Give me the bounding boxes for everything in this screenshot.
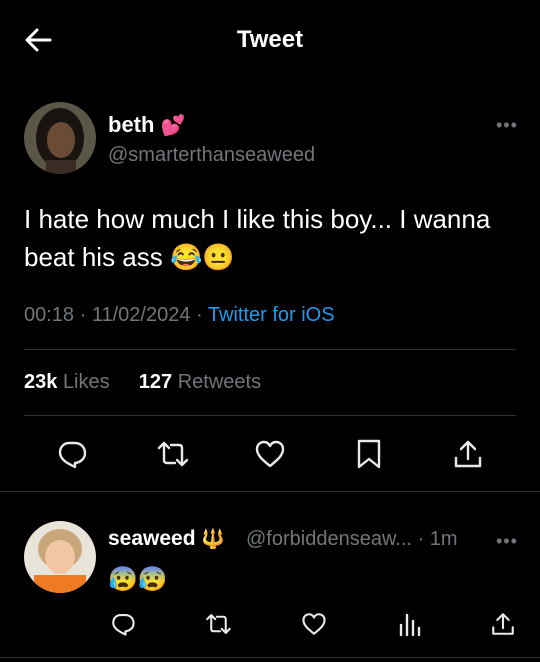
reply-text: 😰😰: [108, 566, 168, 593]
divider: [24, 415, 516, 416]
hearts-emoji: 💕: [160, 115, 186, 137]
reply-author-name[interactable]: seaweed 🔱: [108, 527, 225, 551]
reply-icon: [112, 614, 135, 636]
reply-button[interactable]: [56, 438, 88, 470]
reply-like-button[interactable]: [301, 611, 327, 637]
retweet-button[interactable]: [155, 438, 191, 470]
tweet-date: 11/02/2024: [91, 304, 191, 326]
more-options-button[interactable]: •••: [496, 115, 518, 136]
reply-author-handle[interactable]: @forbiddenseaw...: [246, 528, 412, 550]
heart-icon: [255, 440, 285, 468]
bookmark-button[interactable]: [354, 438, 384, 470]
likes-stat[interactable]: 23k Likes: [24, 371, 110, 393]
reply-views-button[interactable]: [397, 611, 423, 637]
bookmark-icon: [357, 439, 381, 469]
top-bar: Tweet: [0, 0, 540, 80]
page-title: Tweet: [236, 26, 304, 53]
retweet-icon: [157, 441, 189, 467]
tweet-text: I hate how much I like this boy... I wan…: [24, 200, 524, 276]
like-button[interactable]: [254, 438, 286, 470]
analytics-icon: [399, 613, 421, 637]
tweet-emojis: 😂😐: [169, 242, 235, 272]
divider: [24, 349, 516, 350]
tweet-meta: 00:18 · 11/02/2024 · Twitter for iOS: [24, 304, 335, 326]
avatar[interactable]: [24, 102, 96, 174]
heart-icon: [302, 613, 326, 635]
avatar[interactable]: [24, 521, 96, 593]
reply-retweet-button[interactable]: [204, 611, 233, 637]
tweet-source-link[interactable]: Twitter for iOS: [208, 304, 335, 326]
share-button[interactable]: [452, 438, 484, 470]
reply-reply-button[interactable]: [110, 611, 136, 637]
tweet-time: 00:18: [24, 304, 75, 326]
author-handle[interactable]: @smarterthanseaweed: [108, 144, 315, 167]
retweet-icon: [206, 614, 231, 634]
profile-photo: [24, 521, 96, 593]
reply-time[interactable]: 1m: [430, 528, 458, 550]
reply-share-button[interactable]: [490, 611, 516, 637]
divider: [0, 491, 540, 492]
profile-photo: [24, 102, 96, 174]
share-icon: [454, 440, 482, 468]
engagement-stats: 23k Likes 127 Retweets: [24, 371, 261, 394]
reply-icon: [58, 441, 87, 469]
reply-more-options-button[interactable]: •••: [496, 531, 518, 552]
divider: [0, 657, 540, 658]
retweets-stat[interactable]: 127 Retweets: [139, 371, 261, 393]
author-name[interactable]: beth 💕: [108, 112, 185, 138]
trident-emoji: 🔱: [201, 529, 226, 550]
share-icon: [492, 613, 514, 635]
reply-meta: @forbiddenseaw... · 1m: [246, 528, 458, 550]
